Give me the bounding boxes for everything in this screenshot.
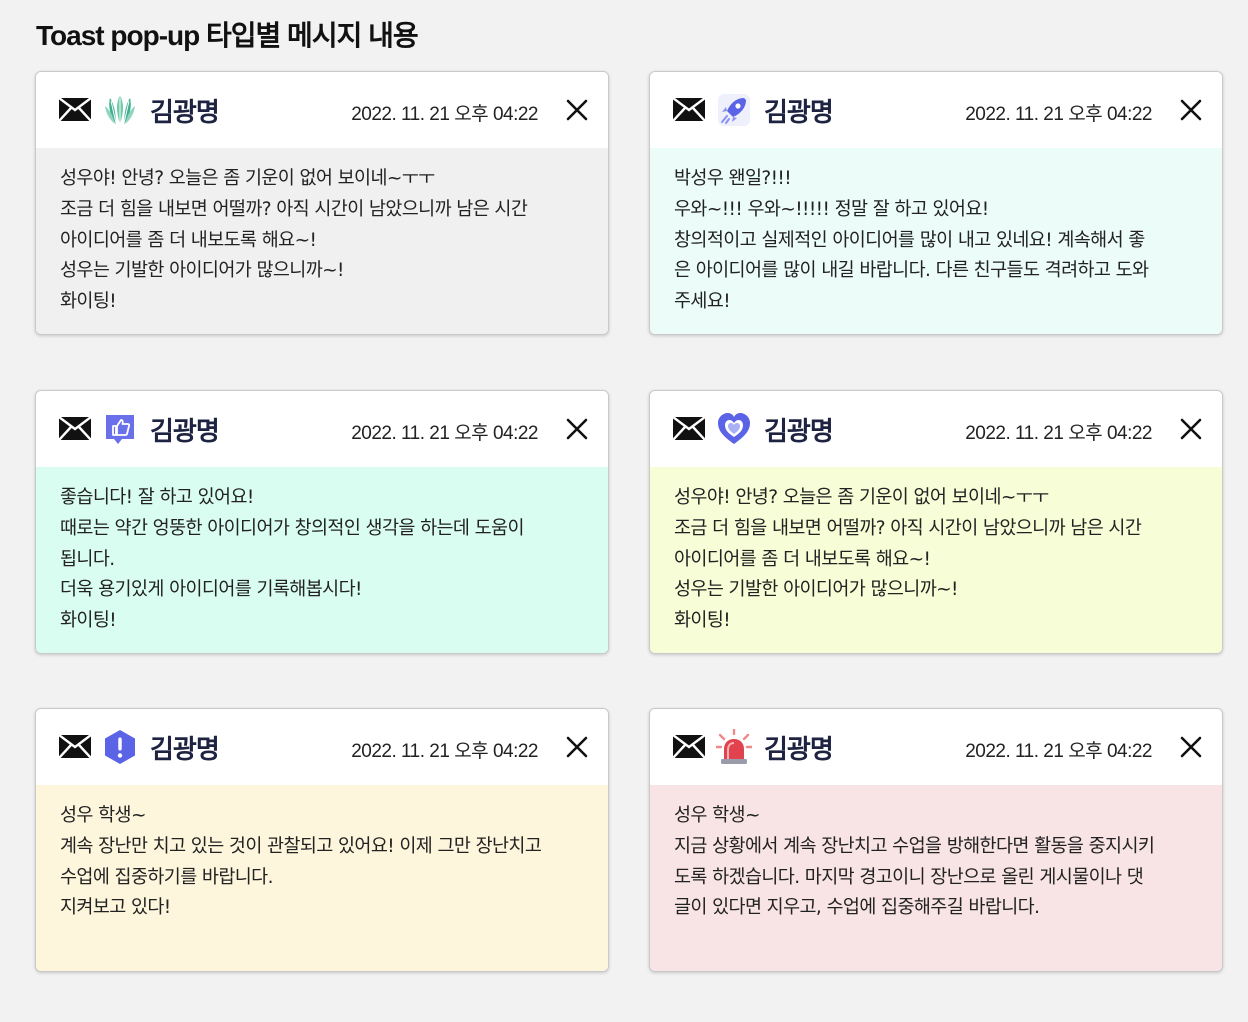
message-line: 창의적이고 실제적인 아이디어를 많이 내고 있네요! 계속해서 좋 xyxy=(674,229,1145,251)
close-icon[interactable] xyxy=(1180,736,1202,758)
message-line: 더욱 용기있게 아이디어를 기록해봅시다! xyxy=(60,579,362,601)
toast-message: 박성우 왠일?!!! 우와~!!! 우와~!!!!! 정말 잘 하고 있어요! … xyxy=(650,148,1222,334)
toast-card-cheer: 김광명 2022. 11. 21 오후 04:22 성우야! 안녕? 오늘은 좀… xyxy=(649,390,1223,654)
mail-icon xyxy=(673,417,705,440)
sender-name: 김광명 xyxy=(150,735,220,765)
message-line: 조금 더 힘을 내보면 어떨까? 아직 시간이 남았으니까 남은 시간 xyxy=(674,517,1142,539)
toast-message: 성우 학생~ 지금 상황에서 계속 장난치고 수업을 방해한다면 활동을 중지시… xyxy=(650,785,1222,971)
thumbs-up-icon xyxy=(102,411,138,447)
siren-icon xyxy=(716,729,752,765)
mail-icon xyxy=(673,98,705,121)
toast-header: 김광명 2022. 11. 21 오후 04:22 xyxy=(650,709,1222,785)
toast-card-final-warning: 김광명 2022. 11. 21 오후 04:22 성우 학생~ 지금 상황에서… xyxy=(649,708,1223,972)
message-line: 은 아이디어를 많이 내길 바랍니다. 다른 친구들도 격려하고 도와 xyxy=(674,260,1149,282)
toast-timestamp: 2022. 11. 21 오후 04:22 xyxy=(965,104,1152,125)
toast-card-praise: 김광명 2022. 11. 21 오후 04:22 박성우 왠일?!!! 우와~… xyxy=(649,71,1223,335)
mail-icon xyxy=(59,98,91,121)
sender-name: 김광명 xyxy=(764,735,834,765)
message-line: 지금 상황에서 계속 장난치고 수업을 방해한다면 활동을 중지시키 xyxy=(674,835,1155,857)
toast-message: 성우야! 안녕? 오늘은 좀 기운이 없어 보이네~ㅜㅜ 조금 더 힘을 내보면… xyxy=(36,148,608,334)
toast-card-default: 김광명 2022. 11. 21 오후 04:22 성우야! 안녕? 오늘은 좀… xyxy=(35,71,609,335)
message-line: 됩니다. xyxy=(60,548,115,570)
toast-message: 좋습니다! 잘 하고 있어요! 때로는 약간 엉뚱한 아이디어가 창의적인 생각… xyxy=(36,467,608,653)
toast-header: 김광명 2022. 11. 21 오후 04:22 xyxy=(36,72,608,148)
message-line: 성우 학생~ xyxy=(60,805,146,826)
leaf-icon xyxy=(102,92,138,128)
rocket-icon xyxy=(716,92,752,128)
message-line: 도록 하겠습니다. 마지막 경고이니 장난으로 올린 게시물이나 댓 xyxy=(674,866,1144,888)
page-title: Toast pop-up 타입별 메시지 내용 xyxy=(36,20,419,51)
toast-timestamp: 2022. 11. 21 오후 04:22 xyxy=(965,423,1152,444)
message-line: 화이팅! xyxy=(60,610,117,632)
message-line: 성우는 기발한 아이디어가 많으니까~! xyxy=(60,260,344,282)
message-line: 성우야! 안녕? 오늘은 좀 기운이 없어 보이네~ㅜㅜ xyxy=(674,487,1049,508)
heart-icon xyxy=(716,411,752,447)
message-line: 주세요! xyxy=(674,291,731,313)
toast-message: 성우야! 안녕? 오늘은 좀 기운이 없어 보이네~ㅜㅜ 조금 더 힘을 내보면… xyxy=(650,467,1222,653)
message-line: 아이디어를 좀 더 내보도록 해요~! xyxy=(674,548,931,570)
sender-name: 김광명 xyxy=(764,98,834,128)
toast-header: 김광명 2022. 11. 21 오후 04:22 xyxy=(36,709,608,785)
warning-hexagon-icon xyxy=(102,729,138,765)
message-line: 때로는 약간 엉뚱한 아이디어가 창의적인 생각을 하는데 도움이 xyxy=(60,517,524,539)
toast-timestamp: 2022. 11. 21 오후 04:22 xyxy=(351,741,538,762)
message-line: 성우야! 안녕? 오늘은 좀 기운이 없어 보이네~ㅜㅜ xyxy=(60,168,435,189)
toast-timestamp: 2022. 11. 21 오후 04:22 xyxy=(351,104,538,125)
message-line: 성우는 기발한 아이디어가 많으니까~! xyxy=(674,579,958,601)
message-line: 글이 있다면 지우고, 수업에 집중해주길 바랍니다. xyxy=(674,897,1040,919)
sender-name: 김광명 xyxy=(150,98,220,128)
toast-message: 성우 학생~ 계속 장난만 치고 있는 것이 관찰되고 있어요! 이제 그만 장… xyxy=(36,785,608,971)
mail-icon xyxy=(59,417,91,440)
toast-header: 김광명 2022. 11. 21 오후 04:22 xyxy=(650,72,1222,148)
message-line: 아이디어를 좀 더 내보도록 해요~! xyxy=(60,229,317,251)
message-line: 수업에 집중하기를 바랍니다. xyxy=(60,866,273,888)
message-line: 성우 학생~ xyxy=(674,805,760,826)
toast-card-encourage: 김광명 2022. 11. 21 오후 04:22 좋습니다! 잘 하고 있어요… xyxy=(35,390,609,654)
toast-timestamp: 2022. 11. 21 오후 04:22 xyxy=(351,423,538,444)
toast-header: 김광명 2022. 11. 21 오후 04:22 xyxy=(650,391,1222,467)
toast-header: 김광명 2022. 11. 21 오후 04:22 xyxy=(36,391,608,467)
message-line: 박성우 왠일?!!! xyxy=(674,168,792,189)
close-icon[interactable] xyxy=(566,99,588,121)
message-line: 우와~!!! 우와~!!!!! 정말 잘 하고 있어요! xyxy=(674,198,989,220)
close-icon[interactable] xyxy=(1180,418,1202,440)
close-icon[interactable] xyxy=(566,418,588,440)
message-line: 지켜보고 있다! xyxy=(60,897,171,919)
close-icon[interactable] xyxy=(566,736,588,758)
sender-name: 김광명 xyxy=(150,417,220,447)
toast-timestamp: 2022. 11. 21 오후 04:22 xyxy=(965,741,1152,762)
message-line: 화이팅! xyxy=(674,610,731,632)
toast-card-warning: 김광명 2022. 11. 21 오후 04:22 성우 학생~ 계속 장난만 … xyxy=(35,708,609,972)
sender-name: 김광명 xyxy=(764,417,834,447)
message-line: 계속 장난만 치고 있는 것이 관찰되고 있어요! 이제 그만 장난치고 xyxy=(60,835,542,857)
message-line: 조금 더 힘을 내보면 어떨까? 아직 시간이 남았으니까 남은 시간 xyxy=(60,198,528,220)
close-icon[interactable] xyxy=(1180,99,1202,121)
message-line: 화이팅! xyxy=(60,291,117,313)
mail-icon xyxy=(59,735,91,758)
message-line: 좋습니다! 잘 하고 있어요! xyxy=(60,487,254,508)
mail-icon xyxy=(673,735,705,758)
